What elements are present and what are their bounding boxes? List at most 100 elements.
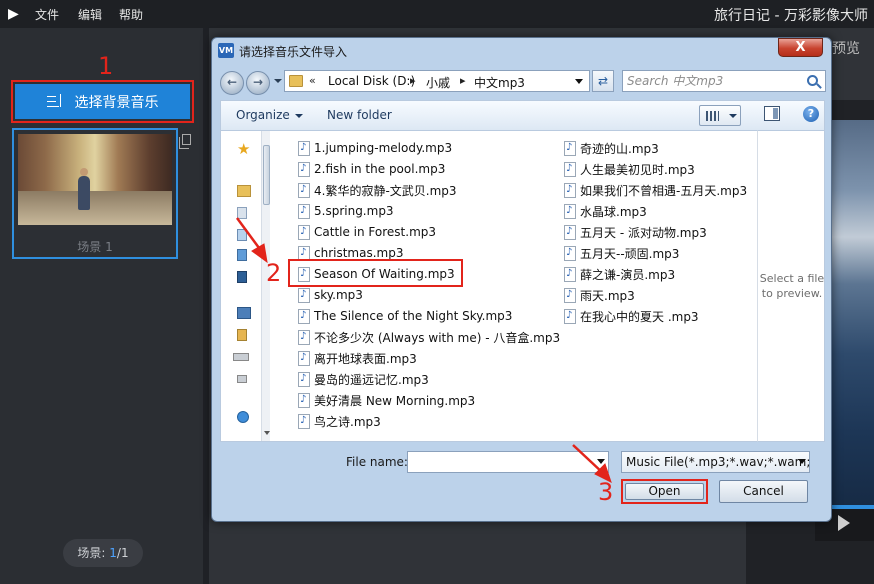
file-item[interactable]: 美好清晨 New Morning.mp3 — [298, 391, 475, 409]
file-name: 4.繁华的寂静-文武贝.mp3 — [314, 183, 457, 198]
drive-icon[interactable] — [233, 353, 249, 361]
filetype-dropdown-icon[interactable] — [798, 459, 806, 464]
dialog-toolbar: Organize New folder ? — [220, 100, 825, 130]
music-file-icon — [564, 245, 576, 261]
videos-icon[interactable] — [237, 249, 247, 261]
menu-help[interactable]: 帮助 — [119, 6, 143, 23]
music-file-icon — [298, 413, 310, 429]
annotation-step-2: 2 — [266, 259, 282, 287]
libraries-folder-icon[interactable] — [237, 185, 251, 197]
search-box[interactable] — [622, 70, 826, 92]
file-item[interactable]: 鸟之诗.mp3 — [298, 412, 381, 430]
file-item[interactable]: 雨天.mp3 — [564, 286, 635, 304]
favorites-star-icon[interactable]: ★ — [237, 142, 251, 157]
help-icon[interactable]: ? — [803, 106, 819, 122]
file-name: 离开地球表面.mp3 — [314, 351, 417, 366]
menu-file[interactable]: 文件 — [35, 6, 59, 23]
file-item[interactable]: sky.mp3 — [298, 286, 363, 304]
network-icon[interactable] — [237, 411, 249, 423]
file-item[interactable]: The Silence of the Night Sky.mp3 — [298, 307, 512, 325]
filename-input[interactable] — [407, 451, 609, 473]
nav-scrollbar-thumb[interactable] — [263, 145, 270, 205]
file-item[interactable]: 五月天--顽固.mp3 — [564, 244, 679, 262]
dialog-titlebar[interactable]: VM 请选择音乐文件导入 X — [212, 38, 831, 64]
file-name: The Silence of the Night Sky.mp3 — [314, 309, 513, 323]
music-file-icon — [564, 203, 576, 219]
file-item[interactable]: 水晶球.mp3 — [564, 202, 647, 220]
breadcrumb-folder-xiaoqi[interactable]: 小戚 — [426, 74, 450, 91]
back-button[interactable]: ← — [220, 71, 244, 95]
change-view-button[interactable] — [699, 105, 741, 126]
breadcrumb-arrow-icon[interactable]: ▸ — [410, 74, 416, 87]
breadcrumb-arrow-icon[interactable]: ▸ — [460, 74, 466, 87]
organize-button[interactable]: Organize — [236, 108, 303, 122]
music-file-icon — [298, 329, 310, 345]
preview-pane-line-1: Select a file — [759, 272, 825, 285]
computer-icon[interactable] — [237, 307, 251, 319]
file-item[interactable]: 薛之谦-演员.mp3 — [564, 265, 675, 283]
music-list-icon — [46, 93, 65, 110]
view-list-icon — [706, 111, 719, 121]
file-name: 薛之谦-演员.mp3 — [580, 267, 676, 282]
music-file-icon — [564, 161, 576, 177]
file-name: 五月天 - 派对动物.mp3 — [580, 225, 707, 240]
file-item[interactable]: 离开地球表面.mp3 — [298, 349, 417, 367]
scene-current: 1 — [109, 546, 117, 560]
menu-edit[interactable]: 编辑 — [78, 6, 102, 23]
search-input[interactable] — [627, 73, 797, 89]
play-icon[interactable] — [838, 515, 850, 531]
recent-locations-dropdown[interactable] — [274, 79, 282, 83]
filename-label: File name: — [346, 455, 408, 469]
scene-card[interactable]: 场景 1 — [12, 128, 178, 259]
preview-pane: Select a file to preview. — [757, 130, 825, 442]
music-icon[interactable] — [237, 271, 247, 283]
organize-dropdown-icon — [294, 113, 303, 118]
vm-app-icon: VM — [218, 43, 234, 58]
preview-pane-toggle[interactable] — [764, 106, 780, 121]
file-name: christmas.mp3 — [314, 246, 404, 260]
pictures-icon[interactable] — [237, 229, 247, 241]
file-item[interactable]: 4.繁华的寂静-文武贝.mp3 — [298, 181, 457, 199]
forward-button[interactable]: → — [246, 71, 270, 95]
file-name: 如果我们不曾相遇-五月天.mp3 — [580, 183, 748, 198]
documents-icon[interactable] — [237, 207, 247, 219]
drive-icon[interactable] — [237, 375, 247, 383]
cancel-button[interactable]: Cancel — [719, 480, 808, 503]
navigation-pane: ★ — [220, 130, 270, 442]
file-item[interactable]: 奇迹的山.mp3 — [564, 139, 659, 157]
file-name: 不论多少次 (Always with me) - 八音盒.mp3 — [314, 330, 561, 345]
file-item[interactable]: 5.spring.mp3 — [298, 202, 394, 220]
address-dropdown-icon[interactable] — [575, 79, 583, 84]
file-item[interactable]: 如果我们不曾相遇-五月天.mp3 — [564, 181, 747, 199]
close-button[interactable]: X — [778, 38, 823, 57]
select-bgm-button[interactable]: 选择背景音乐 — [11, 80, 194, 123]
filename-dropdown-icon[interactable] — [597, 459, 605, 464]
new-folder-button[interactable]: New folder — [327, 108, 392, 122]
refresh-button[interactable]: ⇄ — [592, 70, 614, 92]
breadcrumb-folder-mp3[interactable]: 中文mp3 — [474, 74, 525, 91]
file-name: 雨天.mp3 — [580, 288, 635, 303]
file-item[interactable]: 2.fish in the pool.mp3 — [298, 160, 445, 178]
file-item[interactable]: Cattle in Forest.mp3 — [298, 223, 436, 241]
annotation-step-3: 3 — [598, 478, 614, 506]
address-bar[interactable]: « Local Disk (D:) ▸ 小戚 ▸ 中文mp3 — [284, 70, 590, 92]
file-item[interactable]: 曼岛的遥远记忆.mp3 — [298, 370, 429, 388]
filetype-select[interactable]: Music File(*.mp3;*.wav;*.wam;* — [621, 451, 810, 473]
breadcrumb-overflow[interactable]: « — [309, 74, 316, 87]
homegroup-icon[interactable] — [237, 329, 247, 341]
breadcrumb-local-disk[interactable]: Local Disk (D:) — [328, 74, 415, 88]
file-item[interactable]: 1.jumping-melody.mp3 — [298, 139, 452, 157]
selection-highlight — [288, 259, 463, 287]
file-name: 水晶球.mp3 — [580, 204, 647, 219]
file-item[interactable]: 人生最美初见时.mp3 — [564, 160, 695, 178]
copy-icon[interactable] — [179, 134, 191, 149]
music-file-icon — [298, 371, 310, 387]
open-button[interactable]: Open — [621, 479, 708, 504]
scene-label: 场景 1 — [77, 240, 113, 254]
file-item[interactable]: 不论多少次 (Always with me) - 八音盒.mp3 — [298, 328, 560, 346]
file-item[interactable]: 在我心中的夏天 .mp3 — [564, 307, 699, 325]
file-name: 美好清晨 New Morning.mp3 — [314, 393, 476, 408]
search-icon[interactable] — [807, 75, 818, 86]
file-item[interactable]: 五月天 - 派对动物.mp3 — [564, 223, 707, 241]
select-bgm-button-inner[interactable]: 选择背景音乐 — [15, 84, 190, 119]
